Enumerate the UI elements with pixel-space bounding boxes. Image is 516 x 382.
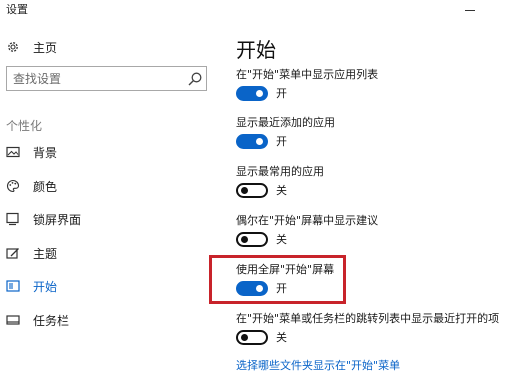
sidebar-home[interactable]: 主页 [6, 37, 186, 57]
search-icon[interactable] [187, 71, 203, 87]
setting-label-full-screen-start: 使用全屏"开始"屏幕 [236, 263, 335, 276]
toggle-state-label: 关 [276, 331, 287, 344]
setting-jump-list: 关 [236, 328, 287, 346]
setting-recently-added: 开 [236, 132, 287, 150]
setting-label-suggestions: 偶尔在"开始"屏幕中显示建议 [236, 214, 379, 227]
sidebar-item-label: 颜色 [33, 179, 58, 194]
toggle-state-label: 关 [276, 184, 287, 197]
sidebar-item-label: 任务栏 [33, 313, 70, 328]
choose-folders-link[interactable]: 选择哪些文件夹显示在"开始"菜单 [236, 357, 400, 373]
toggle-state-label: 开 [276, 282, 287, 295]
sidebar-item-themes[interactable]: 主题 [6, 243, 186, 263]
sidebar-item-taskbar[interactable]: 任务栏 [6, 310, 186, 330]
toggle-state-label: 关 [276, 233, 287, 246]
window-title: 设置 [6, 3, 28, 16]
theme-icon [6, 246, 20, 260]
sidebar-item-lock-screen[interactable]: 锁屏界面 [6, 209, 186, 229]
palette-icon [6, 179, 20, 193]
picture-icon [6, 145, 20, 159]
page-title: 开始 [236, 38, 276, 62]
search-box[interactable] [6, 66, 207, 91]
taskbar-icon [6, 313, 20, 327]
lock-screen-icon [6, 212, 20, 226]
toggle-switch[interactable] [236, 85, 268, 101]
sidebar-item-colors[interactable]: 颜色 [6, 176, 186, 196]
setting-show-app-list: 开 [236, 84, 287, 102]
setting-suggestions: 关 [236, 230, 287, 248]
toggle-switch[interactable] [236, 280, 268, 296]
sidebar-item-label: 锁屏界面 [33, 212, 82, 227]
start-icon [6, 279, 20, 293]
gear-icon [6, 40, 20, 54]
toggle-switch[interactable] [236, 329, 268, 345]
sidebar-item-label: 主题 [33, 246, 58, 261]
setting-label-show-app-list: 在"开始"菜单中显示应用列表 [236, 68, 379, 81]
toggle-state-label: 开 [276, 135, 287, 148]
setting-most-used: 关 [236, 181, 287, 199]
search-input[interactable] [7, 67, 183, 90]
toggle-switch[interactable] [236, 133, 268, 149]
sidebar-item-label: 背景 [33, 145, 58, 160]
setting-label-most-used: 显示最常用的应用 [236, 165, 324, 178]
toggle-switch[interactable] [236, 231, 268, 247]
setting-label-jump-list: 在"开始"菜单或任务栏的跳转列表中显示最近打开的项 [236, 312, 500, 325]
sidebar-item-label: 开始 [33, 279, 58, 294]
sidebar-item-start[interactable]: 开始 [6, 276, 186, 296]
title-bar: 设置 [0, 0, 516, 22]
sidebar-home-label: 主页 [33, 40, 58, 55]
minimize-button[interactable] [463, 4, 477, 16]
sidebar-item-background[interactable]: 背景 [6, 142, 186, 162]
toggle-switch[interactable] [236, 182, 268, 198]
section-label-personalization: 个性化 [6, 119, 43, 133]
setting-label-recently-added: 显示最近添加的应用 [236, 116, 335, 129]
toggle-state-label: 开 [276, 87, 287, 100]
setting-full-screen-start: 开 [236, 279, 287, 297]
